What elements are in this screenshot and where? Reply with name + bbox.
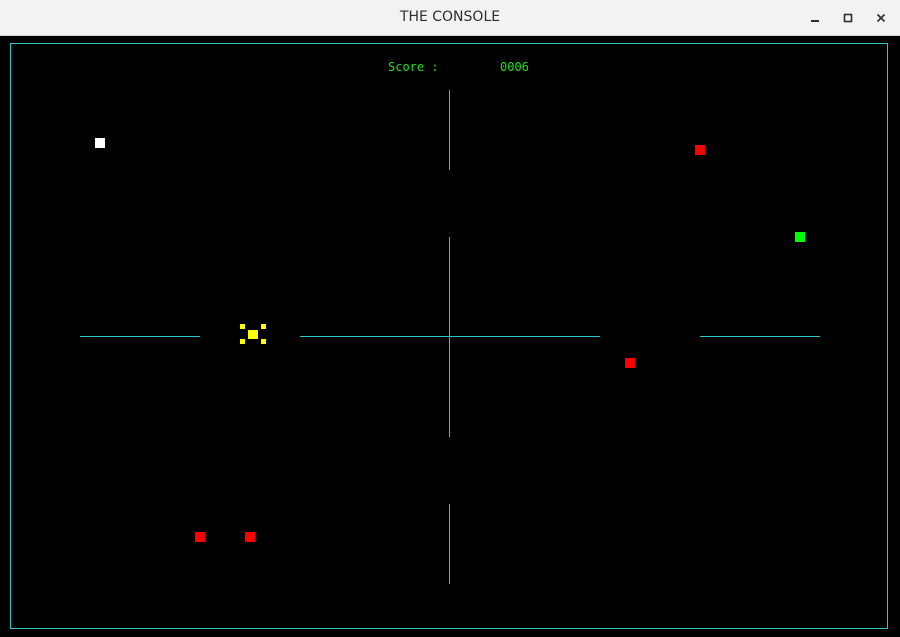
score-value: 0006: [500, 60, 529, 74]
green-target: [795, 232, 805, 242]
close-icon: [876, 13, 886, 23]
wall-segment-bottom: [449, 504, 450, 584]
window-titlebar[interactable]: THE CONSOLE: [0, 0, 900, 36]
red-enemy: [625, 358, 635, 368]
wall-segment-middle: [449, 237, 450, 437]
minimize-icon: [811, 20, 819, 22]
wall-segment-center: [300, 336, 600, 337]
maximize-button[interactable]: [835, 5, 861, 31]
game-canvas[interactable]: Score : 0006: [0, 36, 900, 637]
close-button[interactable]: [868, 5, 894, 31]
wall-segment-top: [449, 90, 450, 170]
red-enemy: [245, 532, 255, 542]
red-enemy: [695, 145, 705, 155]
maximize-icon: [843, 13, 853, 23]
wall-segment-right: [700, 336, 820, 337]
wall-segment-left: [80, 336, 200, 337]
window-title: THE CONSOLE: [399, 9, 501, 25]
score-label: Score :: [388, 60, 439, 74]
white-block: [95, 138, 105, 148]
yellow-player: [240, 324, 267, 344]
minimize-button[interactable]: [802, 5, 828, 31]
red-enemy: [195, 532, 205, 542]
